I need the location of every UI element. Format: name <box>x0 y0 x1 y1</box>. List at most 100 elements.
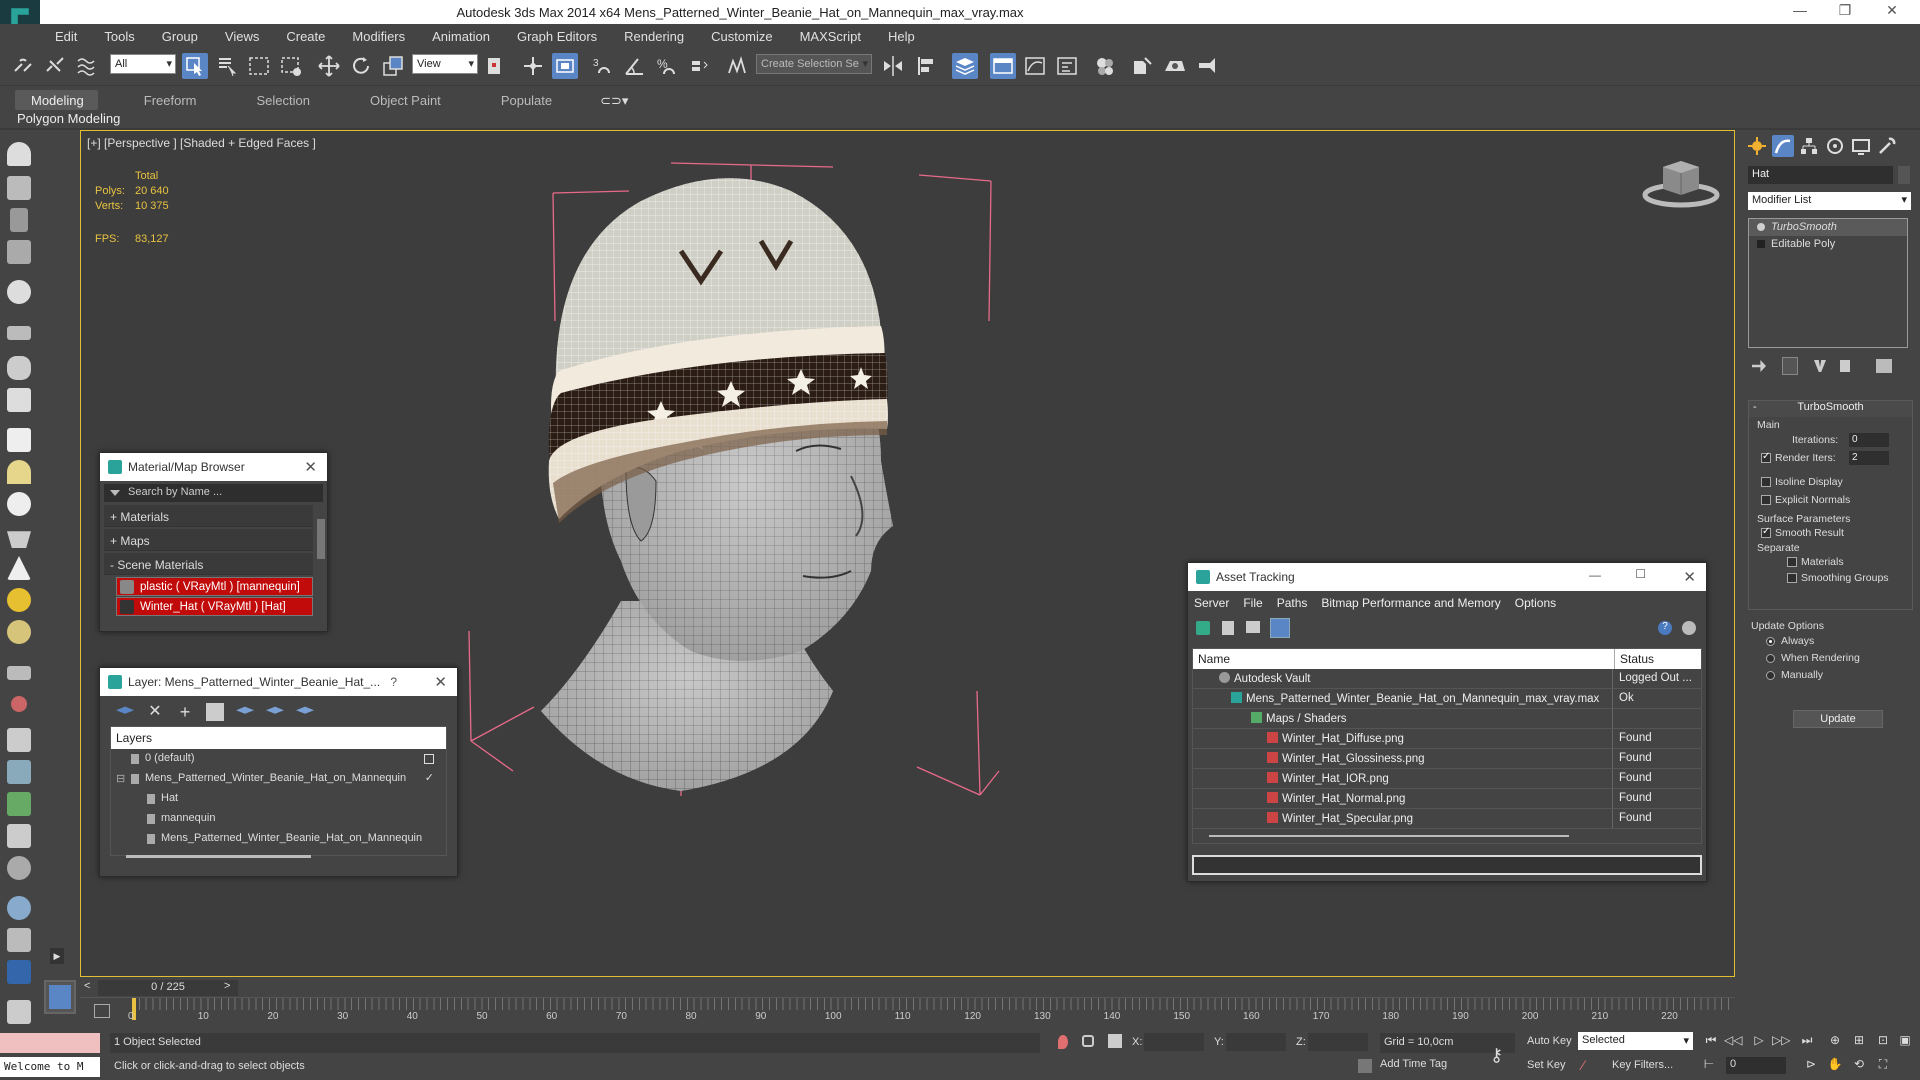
layer-row-default[interactable]: 0 (default) <box>111 749 446 769</box>
material-browser-titlebar[interactable]: Material/Map Browser ✕ <box>100 453 327 481</box>
hide-all-layers-icon[interactable] <box>266 706 284 714</box>
keyboard-shortcut-override-icon[interactable] <box>552 53 578 79</box>
menu-views[interactable]: Views <box>225 29 259 44</box>
menu-maxscript[interactable]: MAXScript <box>800 29 861 44</box>
zoom-extents-icon[interactable]: ⊡ <box>1874 1033 1892 1051</box>
zoom-extents-all-icon[interactable]: ▣ <box>1896 1033 1914 1051</box>
modifier-list-dropdown[interactable]: Modifier List ▾ <box>1748 192 1911 210</box>
column-status[interactable]: Status <box>1615 649 1654 669</box>
asset-horizontal-scrollbar[interactable] <box>1193 829 1701 843</box>
table-row[interactable]: Winter_Hat_Glossiness.png Found <box>1193 749 1701 769</box>
sphere-icon[interactable] <box>7 492 31 516</box>
maximize-viewport-icon[interactable]: ⛶ <box>1874 1057 1892 1075</box>
key-selection-dropdown[interactable]: Selected ▾ <box>1578 1032 1693 1050</box>
rendered-frame-window-icon[interactable] <box>1162 53 1188 79</box>
separate-materials-checkbox[interactable] <box>1787 557 1797 567</box>
material-item-winter-hat[interactable]: Winter_Hat ( VRayMtl ) [Hat] <box>116 597 313 616</box>
spacewarp-icon[interactable] <box>7 388 31 412</box>
time-slider[interactable]: < 0 / 225 > <box>80 979 1735 997</box>
spinner-snap-icon[interactable] <box>686 53 712 79</box>
ribbon-options-icon[interactable]: ⊂⊃▾ <box>596 90 632 110</box>
tree-view-icon[interactable] <box>1246 621 1260 633</box>
current-frame-field[interactable]: 0 <box>1726 1057 1786 1074</box>
close-icon[interactable]: ✕ <box>434 673 447 691</box>
scene-explorer-icon[interactable] <box>10 208 28 232</box>
highlight-layer-icon[interactable] <box>236 706 254 714</box>
tab-freeform[interactable]: Freeform <box>128 90 211 110</box>
menu-rendering[interactable]: Rendering <box>624 29 684 44</box>
material-search-input[interactable]: Search by Name ... <box>104 484 323 502</box>
expand-icon[interactable] <box>1757 240 1765 248</box>
align-icon[interactable] <box>914 53 940 79</box>
mr-sky-icon[interactable] <box>7 896 31 920</box>
active-layer-checkbox[interactable] <box>424 754 434 764</box>
create-tab-icon[interactable] <box>1746 135 1768 157</box>
utilities-icon[interactable] <box>7 928 31 952</box>
expand-viewport-layout-icon[interactable]: ▶ <box>50 948 64 964</box>
percent-snap-icon[interactable]: % <box>654 53 680 79</box>
pivot-center-icon[interactable] <box>482 53 508 79</box>
layers-column-header[interactable]: Layers <box>111 727 446 749</box>
cone-icon[interactable] <box>7 556 31 580</box>
update-manually-radio[interactable] <box>1766 671 1775 680</box>
expand-icon[interactable]: ⊟ <box>116 772 125 785</box>
box-primitive-icon[interactable] <box>7 428 31 452</box>
zoom-icon[interactable]: ⊕ <box>1826 1033 1844 1051</box>
x-coordinate-field[interactable] <box>1144 1033 1204 1051</box>
teapot-primitive-icon[interactable] <box>7 531 31 548</box>
hemisphere-icon[interactable] <box>7 460 31 484</box>
zoom-all-icon[interactable]: ⊞ <box>1850 1033 1868 1051</box>
orbit-icon[interactable]: ⟲ <box>1850 1057 1868 1075</box>
asset-path-field[interactable] <box>1192 855 1702 875</box>
rotate-icon[interactable] <box>348 53 374 79</box>
lightbulb-icon[interactable] <box>1757 223 1765 231</box>
select-by-name-icon[interactable] <box>214 53 240 79</box>
explicit-normals-checkbox[interactable] <box>1761 495 1771 505</box>
time-tag-icon[interactable] <box>1358 1059 1372 1073</box>
select-object-icon[interactable] <box>182 53 208 79</box>
go-to-end-icon[interactable]: ⏭ <box>1798 1033 1816 1051</box>
refresh-icon[interactable] <box>1196 621 1210 635</box>
table-view-icon[interactable] <box>1270 618 1290 638</box>
add-to-layer-icon[interactable]: + <box>176 703 194 721</box>
angle-snap-icon[interactable] <box>622 53 648 79</box>
teapot-icon[interactable] <box>7 142 31 166</box>
field-of-view-icon[interactable]: ⊳ <box>1802 1057 1820 1075</box>
window-crossing-icon[interactable] <box>278 53 304 79</box>
make-unique-icon[interactable] <box>1814 360 1826 372</box>
turbosmooth-rollout-header[interactable]: TurboSmooth <box>1749 401 1912 417</box>
table-row[interactable]: Winter_Hat_Diffuse.png Found <box>1193 729 1701 749</box>
scale-icon[interactable] <box>380 53 406 79</box>
table-row[interactable]: Mens_Patterned_Winter_Beanie_Hat_on_Mann… <box>1193 689 1701 709</box>
tab-populate[interactable]: Populate <box>485 90 566 110</box>
z-coordinate-field[interactable] <box>1308 1033 1368 1051</box>
iterations-spinner[interactable]: 0 <box>1849 433 1889 447</box>
hierarchy-tab-icon[interactable] <box>1798 135 1820 157</box>
y-coordinate-field[interactable] <box>1226 1033 1286 1051</box>
menu-bitmap-performance[interactable]: Bitmap Performance and Memory <box>1321 596 1500 610</box>
menu-tools[interactable]: Tools <box>104 29 134 44</box>
menu-customize[interactable]: Customize <box>711 29 772 44</box>
asset-tracking-titlebar[interactable]: Asset Tracking — ☐ ✕ <box>1188 563 1706 591</box>
mini-curve-editor-icon[interactable] <box>94 1004 110 1018</box>
maxscript-listener-pink[interactable] <box>0 1033 100 1053</box>
menu-modifiers[interactable]: Modifiers <box>352 29 405 44</box>
display-tab-icon[interactable] <box>1850 135 1872 157</box>
menu-animation[interactable]: Animation <box>432 29 490 44</box>
table-row[interactable]: Maps / Shaders <box>1193 709 1701 729</box>
edit-named-selection-icon[interactable] <box>724 53 750 79</box>
layer-row-hat[interactable]: Hat <box>111 789 446 809</box>
key-mode-icon[interactable]: ⊢ <box>1700 1057 1718 1075</box>
close-icon[interactable]: ✕ <box>1872 2 1912 22</box>
help-icon[interactable]: ? <box>1658 621 1672 635</box>
bind-spacewarp-icon[interactable] <box>74 53 100 79</box>
biped-icon[interactable] <box>7 824 31 848</box>
render-icon[interactable] <box>7 960 31 984</box>
isolate-selection-icon[interactable] <box>1058 1035 1068 1049</box>
layer-horizontal-scrollbar[interactable] <box>126 855 311 858</box>
motion-tab-icon[interactable] <box>1824 135 1846 157</box>
settings-icon[interactable] <box>1682 621 1696 635</box>
key-filters-button[interactable]: Key Filters... <box>1608 1057 1693 1075</box>
tab-selection[interactable]: Selection <box>241 90 324 110</box>
column-name[interactable]: Name <box>1193 649 1615 669</box>
